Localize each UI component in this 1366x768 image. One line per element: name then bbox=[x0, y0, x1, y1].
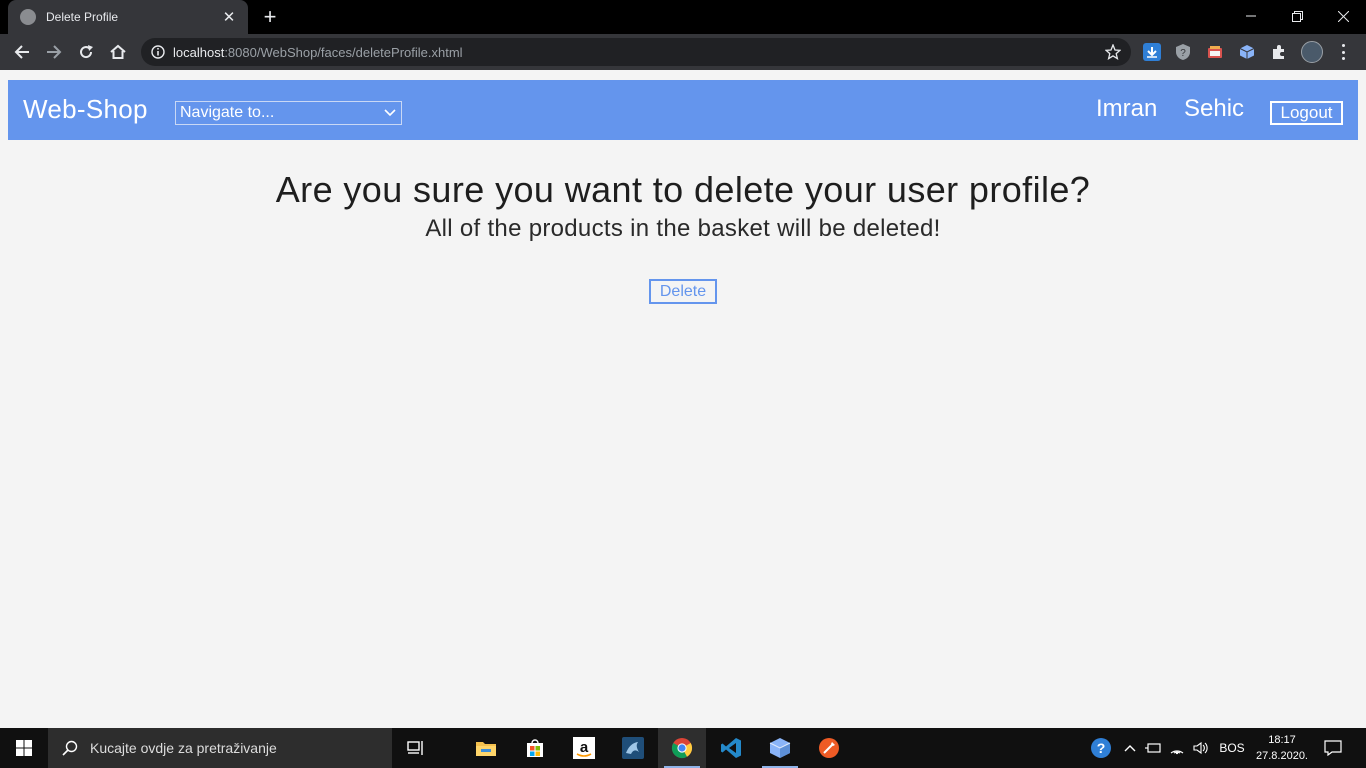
user-last-name: Sehic bbox=[1184, 95, 1245, 122]
extensions-puzzle-button[interactable] bbox=[1270, 43, 1288, 61]
globe-icon bbox=[20, 9, 36, 25]
battery-tray-icon[interactable] bbox=[1142, 728, 1164, 768]
page-viewport: Web-Shop Navigate to... Imran Sehic Logo… bbox=[0, 70, 1366, 728]
search-placeholder: Kucajte ovdje za pretraživanje bbox=[90, 740, 277, 756]
help-tray-button[interactable]: ? bbox=[1088, 728, 1114, 768]
close-icon bbox=[1337, 10, 1349, 22]
cube-icon bbox=[769, 738, 791, 758]
postman-taskbar-button[interactable] bbox=[805, 728, 853, 768]
folder-icon bbox=[476, 742, 496, 756]
start-button[interactable] bbox=[0, 728, 48, 768]
cube-extension-icon[interactable] bbox=[1238, 43, 1256, 61]
forward-button[interactable] bbox=[42, 40, 66, 64]
url-path: :8080/WebShop/faces/deleteProfile.xhtml bbox=[224, 44, 463, 60]
browser-tab-strip: Delete Profile ✕ + bbox=[0, 0, 1366, 34]
clock-date: 27.8.2020. bbox=[1256, 750, 1308, 762]
close-window-button[interactable] bbox=[1320, 0, 1366, 32]
vscode-icon bbox=[721, 738, 741, 758]
new-tab-button[interactable]: + bbox=[259, 4, 281, 30]
user-first-name: Imran bbox=[1096, 95, 1158, 122]
menu-dot-icon bbox=[1341, 50, 1345, 54]
chevron-up-icon bbox=[1124, 745, 1136, 752]
tab-title: Delete Profile bbox=[46, 10, 119, 24]
delete-button[interactable]: Delete bbox=[649, 279, 717, 304]
shield-icon: ? bbox=[1176, 44, 1190, 60]
store-bag-icon bbox=[527, 739, 543, 757]
amazon-icon: a bbox=[573, 737, 595, 759]
logout-button[interactable]: Logout bbox=[1270, 101, 1343, 125]
address-bar[interactable]: localhost:8080/WebShop/faces/deleteProfi… bbox=[141, 38, 1131, 66]
home-icon bbox=[110, 44, 126, 59]
search-icon bbox=[62, 740, 78, 756]
page-title: Are you sure you want to delete your use… bbox=[275, 169, 1091, 210]
chrome-icon bbox=[671, 738, 693, 759]
language-indicator[interactable]: BOS bbox=[1214, 728, 1250, 768]
mysql-workbench-taskbar-button[interactable] bbox=[609, 728, 657, 768]
info-icon[interactable] bbox=[151, 45, 165, 59]
bookmark-star-icon[interactable] bbox=[1105, 44, 1121, 60]
menu-dot-icon bbox=[1341, 44, 1345, 47]
screenshot-extension-icon[interactable] bbox=[1206, 43, 1224, 61]
warning-text: All of the products in the basket will b… bbox=[425, 215, 941, 242]
volume-tray-icon[interactable] bbox=[1190, 728, 1212, 768]
navigate-select[interactable]: Navigate to... bbox=[175, 101, 402, 125]
minimize-button[interactable] bbox=[1228, 0, 1274, 32]
virtualbox-taskbar-button[interactable] bbox=[756, 728, 804, 768]
svg-text:?: ? bbox=[1097, 740, 1106, 756]
vscode-taskbar-button[interactable] bbox=[707, 728, 755, 768]
site-brand[interactable]: Web-Shop bbox=[23, 94, 148, 125]
chevron-down-icon bbox=[384, 109, 396, 117]
download-extension-icon[interactable] bbox=[1143, 43, 1161, 61]
browser-tab[interactable]: Delete Profile ✕ bbox=[8, 0, 248, 34]
windows-logo-icon bbox=[16, 740, 32, 756]
restore-button[interactable] bbox=[1274, 0, 1320, 32]
clock-time: 18:17 bbox=[1268, 734, 1296, 746]
tab-close-icon[interactable]: ✕ bbox=[220, 8, 238, 26]
profile-avatar[interactable] bbox=[1301, 41, 1323, 63]
help-icon: ? bbox=[1091, 738, 1111, 758]
notification-icon bbox=[1324, 740, 1342, 756]
url-host: localhost bbox=[173, 44, 225, 60]
store-taskbar-button[interactable] bbox=[511, 728, 559, 768]
arrow-left-icon bbox=[14, 45, 29, 59]
chrome-taskbar-button[interactable] bbox=[658, 728, 706, 768]
browser-menu-button[interactable] bbox=[1340, 42, 1346, 62]
svg-text:?: ? bbox=[1180, 48, 1186, 59]
arrow-right-icon bbox=[47, 45, 62, 59]
task-view-icon bbox=[407, 741, 423, 755]
notifications-button[interactable] bbox=[1318, 728, 1348, 768]
download-arrow-icon bbox=[1147, 47, 1157, 58]
task-view-button[interactable] bbox=[392, 728, 440, 768]
puzzle-icon bbox=[1273, 45, 1284, 59]
stack-icon bbox=[1208, 46, 1222, 58]
back-button[interactable] bbox=[10, 40, 34, 64]
battery-icon bbox=[1145, 743, 1161, 753]
menu-dot-icon bbox=[1341, 57, 1345, 60]
dolphin-icon bbox=[622, 737, 644, 759]
reload-button[interactable] bbox=[74, 40, 98, 64]
file-explorer-taskbar-button[interactable] bbox=[462, 728, 510, 768]
windows-taskbar: Kucajte ovdje za pretraživanje a ? BOS 1… bbox=[0, 728, 1366, 768]
postman-icon bbox=[819, 738, 839, 758]
shield-extension-icon[interactable]: ? bbox=[1174, 43, 1192, 61]
minimize-icon bbox=[1246, 15, 1256, 17]
site-header: Web-Shop Navigate to... Imran Sehic Logo… bbox=[8, 80, 1358, 140]
svg-text:a: a bbox=[580, 739, 589, 756]
reload-icon bbox=[80, 45, 93, 59]
restore-icon bbox=[1291, 10, 1303, 22]
cube-icon bbox=[1239, 45, 1255, 59]
speaker-icon bbox=[1193, 741, 1208, 755]
navigate-select-value: Navigate to... bbox=[180, 104, 275, 121]
show-hidden-icons-button[interactable] bbox=[1120, 728, 1140, 768]
taskbar-search[interactable]: Kucajte ovdje za pretraživanje bbox=[48, 728, 392, 768]
taskbar-clock[interactable]: 18:17 27.8.2020. bbox=[1252, 732, 1312, 764]
network-tray-icon[interactable] bbox=[1166, 728, 1188, 768]
home-button[interactable] bbox=[106, 40, 130, 64]
amazon-taskbar-button[interactable]: a bbox=[560, 728, 608, 768]
wifi-icon bbox=[1170, 750, 1184, 755]
